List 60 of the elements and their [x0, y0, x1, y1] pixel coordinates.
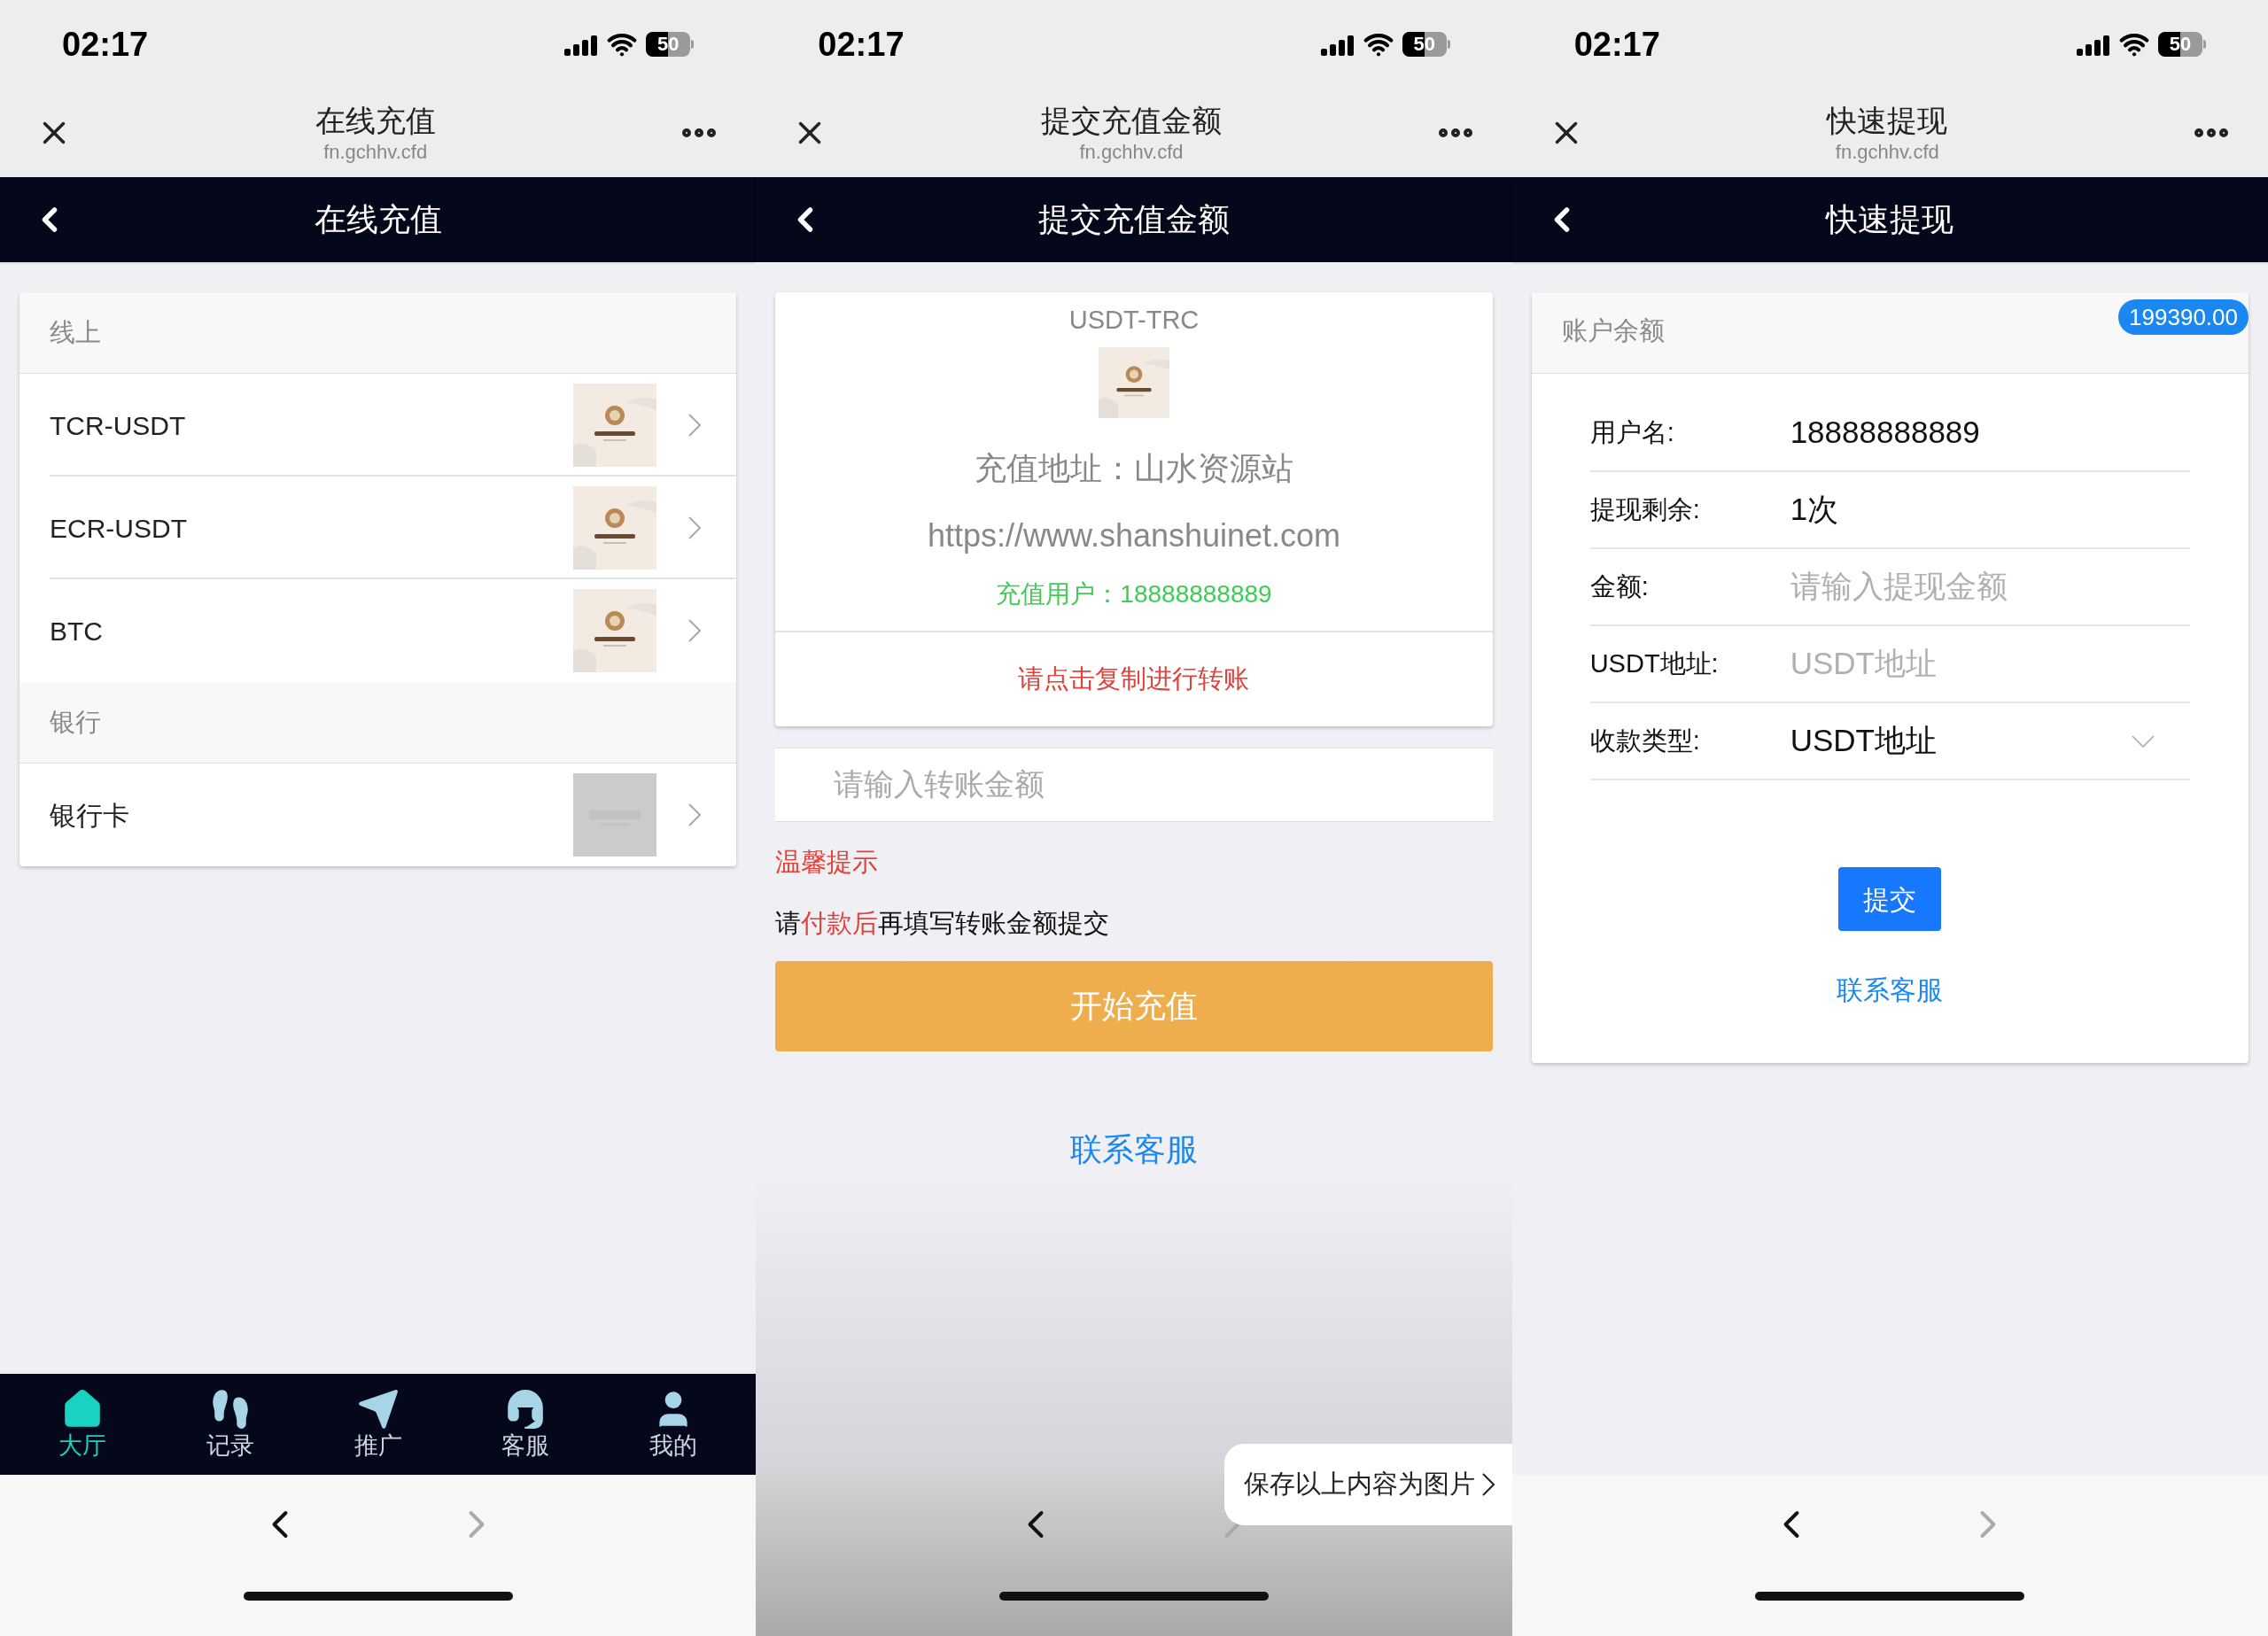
- option-label: BTC: [50, 615, 104, 647]
- currency-title: USDT-TRC: [1068, 305, 1200, 336]
- field-label: 收款类型:: [1589, 725, 1701, 756]
- field-label: 提现剩余:: [1589, 493, 1701, 525]
- payment-option[interactable]: ECR-USDT: [19, 477, 737, 579]
- field-value: 1次: [1790, 491, 1839, 529]
- page-title: 快速提现: [1827, 103, 1948, 139]
- field-label: 用户名:: [1589, 416, 1675, 448]
- tab-item[interactable]: 我的: [619, 1387, 726, 1462]
- signal-icon: [1320, 33, 1355, 56]
- battery-indicator: 50: [2158, 32, 2206, 57]
- copy-prompt[interactable]: 请点击复制进行转账: [1018, 659, 1250, 699]
- status-time: 02:17: [1573, 24, 1660, 65]
- field-label: 金额:: [1589, 570, 1650, 602]
- chevron-icon: [688, 414, 702, 437]
- page-domain: fn.gchhv.cfd: [1835, 139, 1939, 164]
- balance-label: 账户余额: [1561, 315, 1665, 346]
- page-domain: fn.gchhv.cfd: [323, 139, 428, 164]
- chevron-icon: [688, 619, 702, 642]
- deposit-user: 充值用户：18888888889: [996, 578, 1272, 609]
- tab-item[interactable]: 记录: [177, 1387, 284, 1462]
- payment-option[interactable]: TCR-USDT: [19, 374, 737, 477]
- status-time: 02:17: [62, 24, 149, 65]
- section-title: 线上: [50, 316, 101, 348]
- submit-button[interactable]: 提交: [1838, 867, 1942, 931]
- type-select[interactable]: USDT地址: [1790, 717, 2190, 764]
- contact-link[interactable]: 联系客服: [1837, 970, 1944, 1010]
- amount-input[interactable]: 请输入转账金额: [775, 747, 1493, 822]
- header-title: 提交充值金额: [1038, 200, 1230, 239]
- deposit-url: https://www.shanshuinet.com: [927, 516, 1341, 555]
- status-time: 02:17: [818, 24, 905, 65]
- balance-badge: 199390.00: [2118, 299, 2249, 335]
- save-image-popup[interactable]: 保存以上内容为图片: [1223, 1444, 1512, 1525]
- chevron-icon: [688, 803, 702, 826]
- header-title: 在线充值: [314, 200, 442, 239]
- deposit-address: 充值地址：山水资源站: [975, 448, 1293, 488]
- input-field[interactable]: USDT地址: [1790, 640, 2190, 687]
- input-field[interactable]: 请输入提现金额: [1790, 563, 2190, 610]
- payment-option[interactable]: BTC: [19, 579, 737, 682]
- tab-item[interactable]: 大厅: [29, 1387, 136, 1462]
- field-value: 18888888889: [1790, 414, 1980, 452]
- payment-option[interactable]: 银行卡: [19, 764, 737, 866]
- chevron-icon: [1481, 1473, 1495, 1496]
- tip-title: 温馨提示: [775, 846, 880, 878]
- option-label: ECR-USDT: [50, 512, 188, 545]
- chevron-icon: [688, 516, 702, 539]
- header-title: 快速提现: [1826, 200, 1954, 239]
- tab-item[interactable]: 推广: [324, 1387, 431, 1462]
- option-label: TCR-USDT: [50, 409, 187, 442]
- section-title: 银行: [50, 706, 101, 738]
- tab-item[interactable]: 客服: [472, 1387, 579, 1462]
- page-title: 在线充值: [315, 103, 436, 139]
- signal-icon: [564, 33, 599, 56]
- tip-text: 请付款后再填写转账金额提交: [775, 908, 1111, 939]
- chevron-down-icon: [2132, 734, 2155, 748]
- option-label: 银行卡: [50, 799, 130, 832]
- page-domain: fn.gchhv.cfd: [1079, 139, 1184, 164]
- signal-icon: [2077, 33, 2110, 56]
- page-title: 提交充值金额: [1041, 103, 1222, 139]
- field-label: USDT地址:: [1589, 647, 1720, 679]
